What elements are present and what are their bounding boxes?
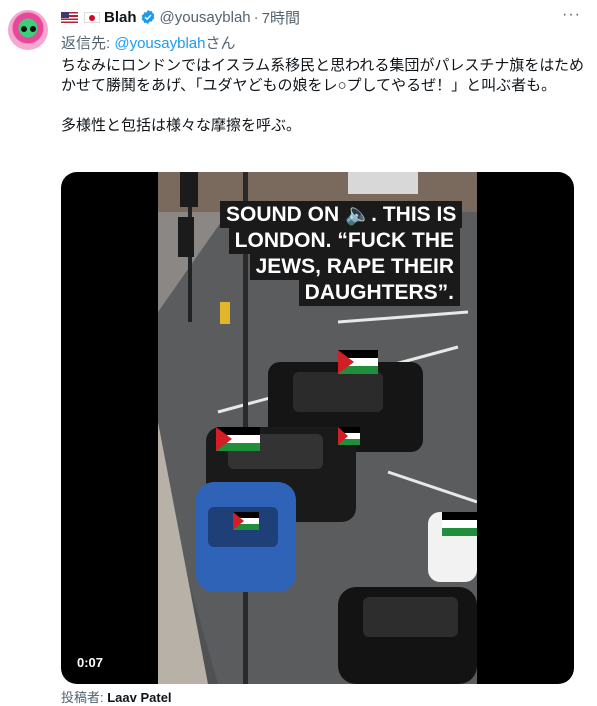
- reply-to-line: 返信先: @yousayblahさん: [61, 32, 235, 53]
- header-separator: ·: [253, 8, 259, 26]
- tweet-header: Blah @yousayblah · 7時間: [61, 6, 557, 28]
- user-handle[interactable]: @yousayblah: [160, 9, 251, 26]
- verified-badge-icon: [141, 10, 154, 24]
- avatar-eye: [21, 26, 27, 32]
- video-caption: SOUND ON 🔈. THIS IS LONDON. “FUCK THE JE…: [220, 201, 463, 306]
- more-options-icon[interactable]: ···: [562, 6, 581, 24]
- tweet-paragraph: ちなみにロンドンではイスラム系移民と思われる集団がパレスチナ旗をはためかせて勝鬨…: [61, 57, 585, 94]
- tweet-text: ちなみにロンドンではイスラム系移民と思われる集団がパレスチナ旗をはためかせて勝鬨…: [61, 56, 587, 136]
- reply-suffix: さん: [205, 35, 236, 52]
- tweet-paragraph: 多様性と包括は様々な摩擦を呼ぶ。: [61, 117, 302, 134]
- avatar[interactable]: [8, 10, 48, 50]
- video-caption-text: SOUND ON 🔈. THIS IS LONDON. “FUCK THE JE…: [220, 201, 463, 306]
- reply-prefix: 返信先:: [61, 35, 115, 52]
- video-frame[interactable]: SOUND ON 🔈. THIS IS LONDON. “FUCK THE JE…: [158, 172, 477, 684]
- display-name[interactable]: Blah: [104, 9, 137, 26]
- credit-author-link[interactable]: Laav Patel: [107, 690, 171, 705]
- tweet-time[interactable]: 7時間: [262, 7, 300, 28]
- avatar-eye: [30, 26, 36, 32]
- media-credit: 投稿者: Laav Patel: [61, 687, 172, 706]
- reply-mention-link[interactable]: @yousayblah: [114, 35, 205, 52]
- video-timestamp: 0:07: [77, 655, 104, 670]
- video-player[interactable]: SOUND ON 🔈. THIS IS LONDON. “FUCK THE JE…: [61, 172, 574, 684]
- credit-label: 投稿者:: [61, 690, 108, 705]
- japan-flag-icon: [84, 11, 100, 23]
- us-flag-icon: [61, 11, 78, 23]
